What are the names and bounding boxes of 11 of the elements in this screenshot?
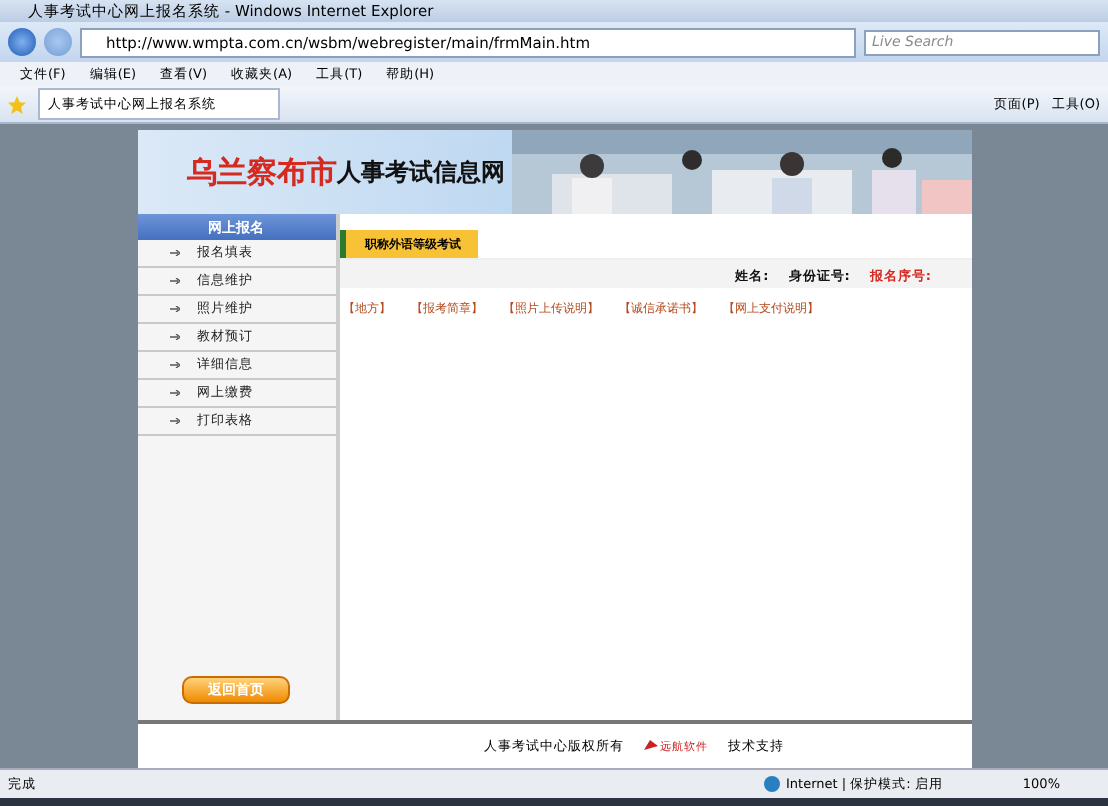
arrow-icon [169, 362, 179, 368]
star-icon[interactable] [8, 95, 26, 113]
banner-city: 乌兰察布市 [187, 153, 337, 191]
banner-title: 人事考试信息网 [337, 155, 505, 189]
globe-icon [764, 776, 781, 792]
arrow-icon [169, 390, 179, 396]
arrow-icon [169, 418, 179, 424]
arrow-icon [169, 250, 179, 256]
arrow-icon [169, 306, 179, 312]
arrow-icon [169, 334, 179, 340]
arrow-icon [169, 278, 179, 284]
